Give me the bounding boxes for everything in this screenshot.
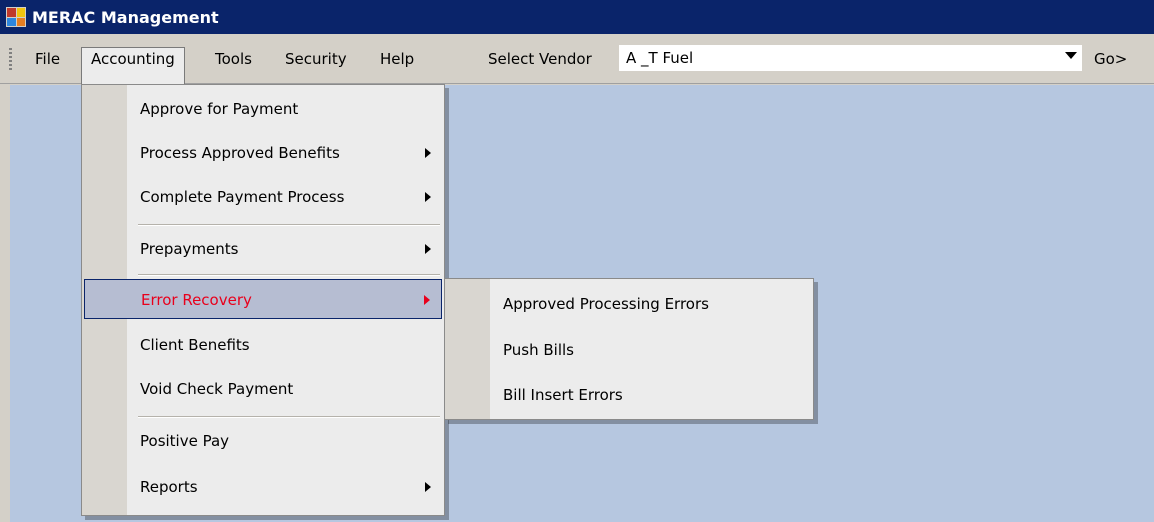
- menu-item-void-check-payment[interactable]: Void Check Payment: [84, 369, 442, 409]
- toolbar-grip-icon[interactable]: [9, 48, 12, 70]
- menu-separator: [138, 274, 440, 276]
- menu-item-label: Complete Payment Process: [140, 188, 345, 206]
- menu-tools[interactable]: Tools: [206, 47, 261, 71]
- error-recovery-submenu: Approved Processing Errors Push Bills Bi…: [444, 278, 814, 420]
- menu-item-positive-pay[interactable]: Positive Pay: [84, 421, 442, 461]
- title-bar: MERAC Management: [0, 0, 1154, 34]
- submenu-arrow-icon: [425, 244, 431, 254]
- menu-item-label: Error Recovery: [141, 291, 252, 309]
- menu-item-prepayments[interactable]: Prepayments: [84, 229, 442, 269]
- menu-item-label: Approved Processing Errors: [503, 295, 709, 313]
- submenu-arrow-icon: [424, 295, 430, 305]
- app-icon: [6, 7, 26, 27]
- menu-item-label: Approve for Payment: [140, 100, 299, 118]
- menu-item-approve-for-payment[interactable]: Approve for Payment: [84, 89, 442, 129]
- menu-item-label: Void Check Payment: [140, 380, 294, 398]
- go-button[interactable]: Go>: [1090, 47, 1131, 71]
- menu-separator: [138, 416, 440, 418]
- menu-bar: File Accounting Tools Security Help Sele…: [0, 34, 1154, 85]
- menu-item-approved-processing-errors[interactable]: Approved Processing Errors: [447, 284, 811, 324]
- menu-item-complete-payment-process[interactable]: Complete Payment Process: [84, 177, 442, 217]
- accounting-menu: Approve for Payment Process Approved Ben…: [81, 84, 445, 516]
- menu-security[interactable]: Security: [276, 47, 356, 71]
- chevron-down-icon[interactable]: [1065, 52, 1077, 59]
- submenu-arrow-icon: [425, 482, 431, 492]
- menu-file[interactable]: File: [26, 47, 69, 71]
- vendor-select[interactable]: A _T Fuel: [619, 45, 1082, 71]
- menu-item-client-benefits[interactable]: Client Benefits: [84, 325, 442, 365]
- vendor-select-value: A _T Fuel: [626, 49, 694, 67]
- menu-item-label: Reports: [140, 478, 198, 496]
- menu-item-error-recovery[interactable]: Error Recovery: [84, 279, 442, 319]
- menu-item-reports[interactable]: Reports: [84, 467, 442, 507]
- menu-item-label: Prepayments: [140, 240, 239, 258]
- menu-item-label: Push Bills: [503, 341, 574, 359]
- menu-separator: [138, 224, 440, 226]
- submenu-arrow-icon: [425, 148, 431, 158]
- menu-item-label: Process Approved Benefits: [140, 144, 340, 162]
- menu-help[interactable]: Help: [371, 47, 423, 71]
- menu-item-bill-insert-errors[interactable]: Bill Insert Errors: [447, 375, 811, 415]
- submenu-arrow-icon: [425, 192, 431, 202]
- menu-item-process-approved-benefits[interactable]: Process Approved Benefits: [84, 133, 442, 173]
- menu-item-push-bills[interactable]: Push Bills: [447, 330, 811, 370]
- menu-item-label: Bill Insert Errors: [503, 386, 623, 404]
- window-title: MERAC Management: [32, 7, 219, 27]
- menu-accounting[interactable]: Accounting: [81, 47, 185, 85]
- menu-item-label: Positive Pay: [140, 432, 230, 450]
- select-vendor-label: Select Vendor: [488, 50, 592, 68]
- menu-item-label: Client Benefits: [140, 336, 250, 354]
